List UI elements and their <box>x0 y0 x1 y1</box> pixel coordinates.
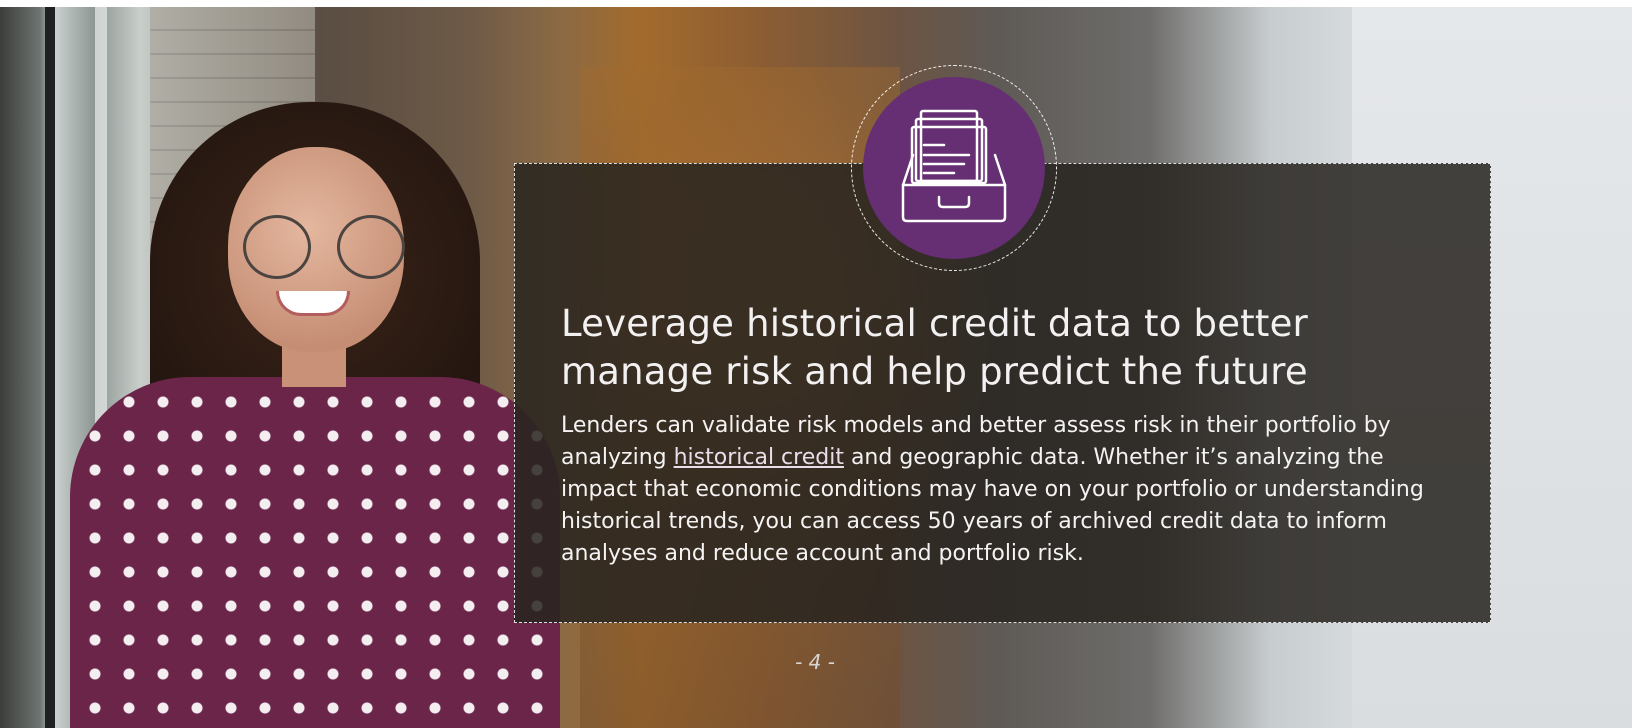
historical-credit-link[interactable]: historical credit <box>674 445 844 470</box>
icon-badge <box>863 77 1045 259</box>
page-number: - 4 - <box>795 650 835 674</box>
photo-polka-dot-shirt <box>70 377 560 728</box>
slide-body-text: Lenders can validate risk models and bet… <box>561 410 1441 570</box>
photo-glasses-left <box>243 215 311 279</box>
photo-woman-smiling <box>0 7 600 728</box>
photo-glasses-right <box>337 215 405 279</box>
slide-headline: Leverage historical credit data to bette… <box>561 302 1308 393</box>
